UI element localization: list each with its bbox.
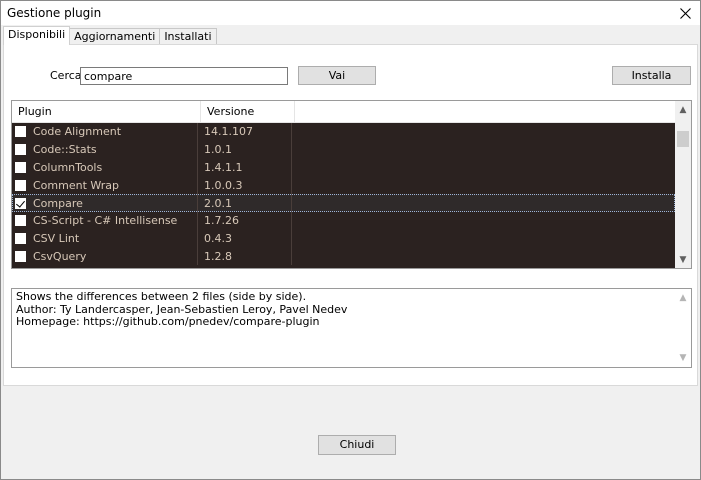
tab-strip: Disponibili Aggiornamenti Installati [3, 26, 217, 45]
scroll-up-icon[interactable]: ▲ [675, 101, 691, 118]
plugin-name: CSV Lint [33, 232, 80, 246]
plugin-row[interactable]: ColumnTools 1.4.1.1 [12, 158, 675, 177]
plugin-list: Plugin Versione Code Alignment 14.1.107 Co… [11, 100, 692, 269]
plugin-checkbox[interactable] [15, 233, 26, 245]
plugin-version: 2.0.1 [204, 196, 232, 210]
list-scrollbar[interactable]: ▲ ▼ [675, 101, 691, 268]
plugin-row[interactable]: Comment Wrap 1.0.0.3 [12, 176, 675, 195]
plugin-version: 1.0.0.3 [204, 178, 243, 192]
plugin-row[interactable]: CsvQuery 1.2.8 [12, 247, 675, 266]
plugin-row[interactable]: Code::Stats 1.0.1 [12, 140, 675, 159]
plugin-name-cell: CSV Lint [12, 229, 198, 248]
plugin-version-cell: 1.7.26 [198, 211, 292, 230]
plugin-version: 1.4.1.1 [204, 160, 243, 174]
description-line: Shows the differences between 2 files (s… [16, 290, 307, 303]
plugin-name: Code::Stats [33, 143, 97, 157]
install-button[interactable]: Installa [612, 66, 691, 85]
plugin-name-cell: Compare [12, 194, 198, 212]
plugin-version: 0.4.3 [204, 232, 232, 246]
plugin-manager-window: Gestione plugin Disponibili Aggiornament… [0, 0, 701, 480]
description-scrollbar[interactable]: ▲ ▼ [675, 289, 691, 367]
column-header-version[interactable]: Versione [201, 101, 295, 123]
plugin-row[interactable]: CSV Lint 0.4.3 [12, 229, 675, 248]
scroll-down-icon[interactable]: ▼ [675, 251, 691, 268]
plugin-checkbox[interactable] [15, 161, 26, 173]
plugin-checkbox[interactable] [15, 197, 26, 209]
plugin-version-cell: 14.1.107 [198, 123, 292, 141]
plugin-row[interactable]: Compare 2.0.1 [12, 194, 675, 212]
plugin-name-cell: ColumnTools [12, 158, 198, 177]
plugin-checkbox[interactable] [15, 144, 26, 156]
plugin-name: CsvQuery [33, 249, 87, 263]
plugin-name-cell: Code Alignment [12, 123, 198, 141]
plugin-version-cell: 1.0.1 [198, 140, 292, 159]
plugin-version: 1.7.26 [204, 214, 239, 228]
plugin-checkbox[interactable] [15, 250, 26, 262]
close-window-button[interactable] [670, 1, 700, 25]
plugin-version: 14.1.107 [204, 125, 253, 139]
search-input[interactable] [80, 67, 288, 85]
plugin-name-cell: CS-Script - C# Intellisense [12, 211, 198, 230]
scroll-thumb[interactable] [677, 131, 689, 147]
plugin-name: Compare [33, 196, 83, 210]
tab-installati[interactable]: Installati [159, 28, 217, 45]
title-bar: Gestione plugin [1, 1, 700, 25]
plugin-version-cell: 0.4.3 [198, 229, 292, 248]
column-header-plugin[interactable]: Plugin [12, 101, 201, 123]
plugin-name-cell: CsvQuery [12, 247, 198, 266]
window-title: Gestione plugin [7, 6, 102, 20]
plugin-version: 1.0.1 [204, 143, 232, 157]
plugin-checkbox[interactable] [15, 126, 26, 138]
close-button[interactable]: Chiudi [318, 435, 396, 455]
plugin-checkbox[interactable] [15, 179, 26, 191]
plugin-name-cell: Comment Wrap [12, 176, 198, 195]
description-line: Homepage: https://github.com/pnedev/comp… [16, 315, 320, 328]
plugin-checkbox[interactable] [15, 215, 26, 227]
plugin-row[interactable]: CS-Script - C# Intellisense 1.7.26 [12, 211, 675, 230]
scroll-up-icon[interactable]: ▲ [675, 290, 691, 306]
plugin-name: Comment Wrap [33, 178, 120, 192]
plugin-version-cell: 2.0.1 [198, 194, 292, 212]
plugin-version: 1.2.8 [204, 249, 232, 263]
plugin-rows: Code Alignment 14.1.107 Code::Stats 1.0.1 Co… [12, 123, 675, 266]
plugin-version-cell: 1.4.1.1 [198, 158, 292, 177]
tab-disponibili[interactable]: Disponibili [3, 26, 71, 45]
plugin-version-cell: 1.0.0.3 [198, 176, 292, 195]
plugin-name: CS-Script - C# Intellisense [33, 214, 178, 228]
close-icon [679, 7, 691, 19]
plugin-description[interactable]: Shows the differences between 2 files (s… [11, 288, 692, 368]
plugin-row[interactable]: Code Alignment 14.1.107 [12, 123, 675, 141]
search-go-button[interactable]: Vai [298, 66, 376, 85]
list-header: Plugin Versione [12, 101, 675, 123]
plugin-name: ColumnTools [33, 160, 103, 174]
plugin-name-cell: Code::Stats [12, 140, 198, 159]
plugin-name: Code Alignment [33, 125, 122, 139]
plugin-version-cell: 1.2.8 [198, 247, 292, 266]
tab-aggiornamenti[interactable]: Aggiornamenti [69, 28, 161, 45]
scroll-down-icon[interactable]: ▼ [675, 350, 691, 366]
